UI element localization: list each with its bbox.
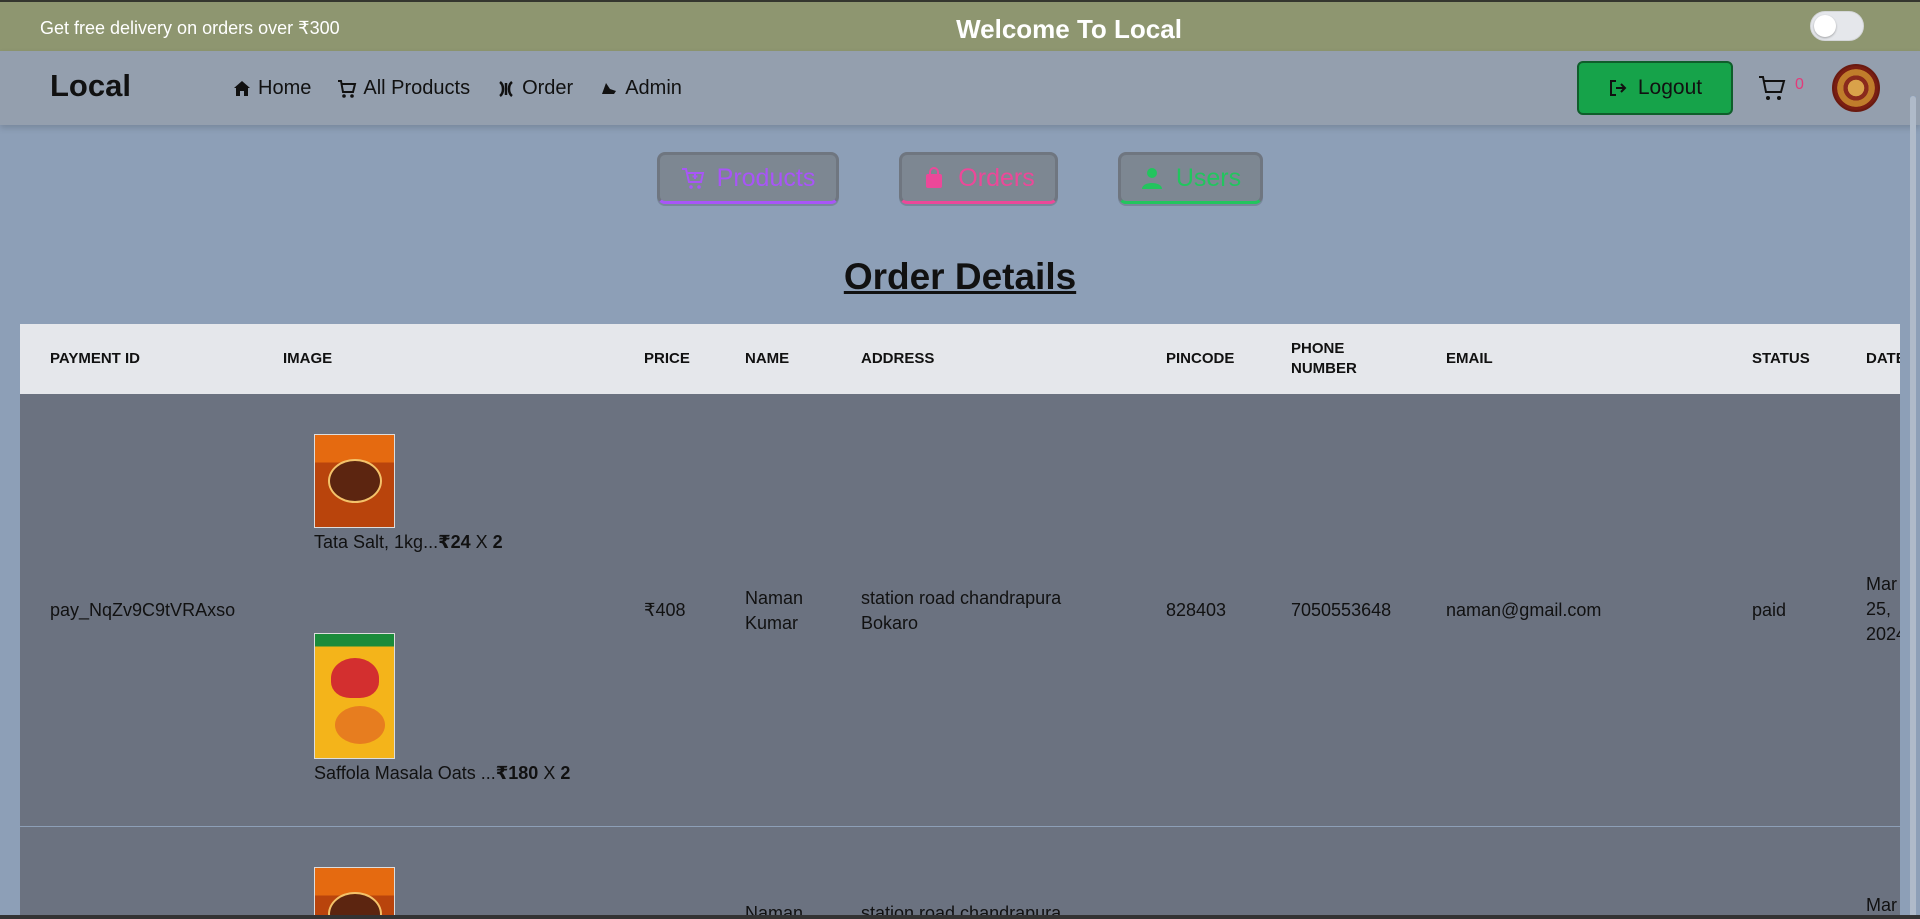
bottom-edge bbox=[0, 915, 1920, 919]
nav-links: Home All Products Order Admin bbox=[232, 77, 682, 100]
item-caption: Saffola Masala Oats ...₹180 X 2 bbox=[314, 763, 571, 783]
orders-table: Payment Id Image Price Name Address Pinc… bbox=[20, 324, 1900, 919]
toggle-knob bbox=[1814, 15, 1836, 37]
logout-button[interactable]: Logout bbox=[1577, 61, 1733, 115]
header-pincode: Pincode bbox=[1166, 350, 1235, 367]
tab-users-label: Users bbox=[1175, 163, 1242, 192]
tab-orders-label: Orders bbox=[958, 163, 1035, 192]
order-item: Tata Salt, 1kg...₹24 X 2 bbox=[314, 434, 503, 553]
nav-all-products-label: All Products bbox=[363, 77, 471, 99]
order-icon bbox=[499, 80, 513, 97]
nav-order-label: Order bbox=[522, 77, 574, 99]
header-date: Date bbox=[1866, 350, 1900, 367]
header-image: Image bbox=[283, 350, 333, 367]
phone-number: 7050553648 bbox=[1291, 600, 1392, 620]
nav-home[interactable]: Home bbox=[232, 77, 311, 100]
nav-home-label: Home bbox=[258, 77, 312, 99]
header-status: Status bbox=[1752, 350, 1810, 367]
brand-logo[interactable]: Local bbox=[50, 68, 131, 104]
cart-plus-icon bbox=[681, 168, 704, 189]
logout-label: Logout bbox=[1637, 76, 1703, 99]
scroll-thumb[interactable] bbox=[1910, 96, 1916, 919]
home-icon bbox=[234, 80, 250, 96]
promo-bar: Get free delivery on orders over ₹300 We… bbox=[0, 0, 1920, 51]
user-icon bbox=[1141, 168, 1162, 189]
admin-tabs: Products Orders Users bbox=[0, 152, 1920, 206]
item-caption: Tata Salt, 1kg...₹24 X 2 bbox=[314, 532, 503, 552]
table-row: pay_NqZv9C9tVRAxso Tata Salt, 1kg...₹24 … bbox=[20, 394, 1900, 826]
order-price: ₹408 bbox=[644, 600, 686, 620]
admin-icon bbox=[602, 82, 617, 94]
tab-products[interactable]: Products bbox=[657, 152, 839, 204]
header-payment-id: Payment Id bbox=[50, 350, 141, 367]
welcome-title: Welcome To Local bbox=[956, 14, 1182, 44]
navbar: Local Home All Products Order Admin Logo… bbox=[0, 51, 1920, 125]
tab-orders[interactable]: Orders bbox=[899, 152, 1058, 204]
order-date: Mar 25, 2024 bbox=[1866, 574, 1900, 644]
header-address: Address bbox=[861, 350, 935, 367]
table-header: Payment Id Image Price Name Address Pinc… bbox=[20, 324, 1900, 394]
page-title: Order Details bbox=[843, 256, 1077, 297]
nav-admin-label: Admin bbox=[625, 77, 682, 99]
nav-all-products[interactable]: All Products bbox=[337, 77, 470, 100]
cart-count: 0 bbox=[1795, 76, 1804, 93]
product-image bbox=[314, 434, 395, 528]
table-row: Naman station road chandrapura Mar bbox=[20, 827, 1900, 919]
product-image bbox=[314, 633, 395, 759]
payment-id: pay_NqZv9C9tVRAxso bbox=[50, 600, 236, 620]
customer-address: station road chandrapura Bokaro bbox=[861, 588, 1062, 633]
cart-button[interactable]: 0 bbox=[1757, 73, 1804, 103]
shopping-cart-icon bbox=[1759, 76, 1786, 100]
customer-email: naman@gmail.com bbox=[1446, 600, 1602, 620]
order-item: Saffola Masala Oats ...₹180 X 2 bbox=[314, 633, 570, 784]
order-item bbox=[314, 867, 395, 919]
pincode: 828403 bbox=[1166, 600, 1227, 620]
status-badge: paid bbox=[1752, 600, 1787, 620]
cart-icon bbox=[338, 79, 357, 98]
avatar[interactable] bbox=[1832, 64, 1880, 112]
header-email: Email bbox=[1446, 350, 1493, 367]
tab-users[interactable]: Users bbox=[1118, 152, 1263, 204]
nav-admin[interactable]: Admin bbox=[599, 77, 682, 100]
logout-icon bbox=[1609, 80, 1627, 96]
theme-toggle[interactable] bbox=[1810, 11, 1864, 41]
customer-name: Naman Kumar bbox=[745, 588, 804, 633]
shopping-bag-icon bbox=[926, 167, 943, 188]
header-phone-number: Phone Number bbox=[1291, 340, 1357, 377]
tab-products-label: Products bbox=[716, 163, 816, 192]
nav-order[interactable]: Order bbox=[496, 77, 573, 100]
scrollbar[interactable] bbox=[1910, 96, 1916, 919]
header-name: Name bbox=[745, 350, 790, 367]
product-image bbox=[314, 867, 395, 919]
header-price: Price bbox=[644, 350, 690, 367]
